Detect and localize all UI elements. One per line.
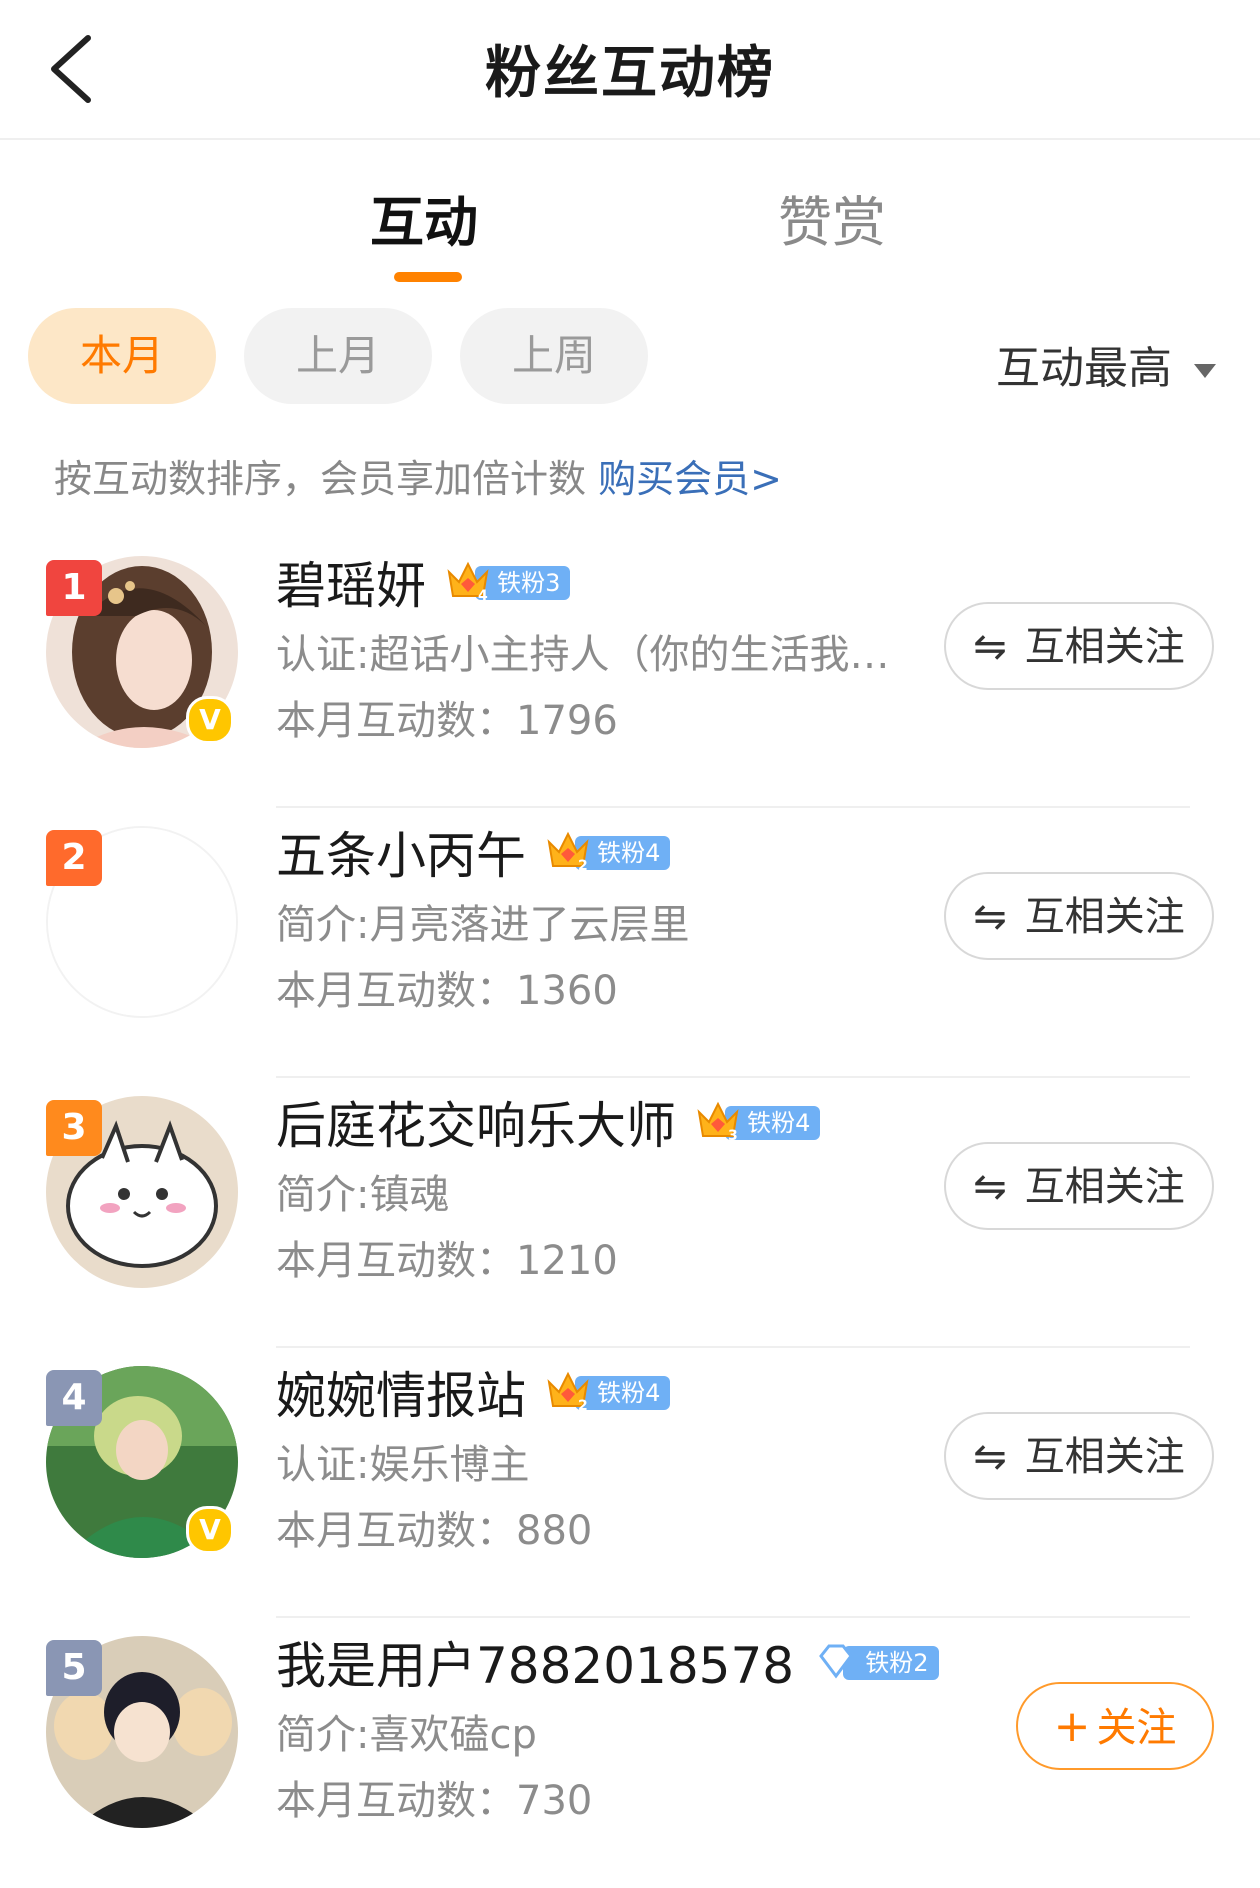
mutual-follow-button[interactable]: ⇋ 互相关注 [944,602,1214,690]
count-value: 880 [516,1508,593,1554]
iron-fan-badge: 铁粉2 [813,1642,939,1682]
crown-level: 4 [478,588,488,604]
list-item[interactable]: 5 我是用户7882018578 铁粉2 简介:喜欢磕cp 本月互动数：730 … [0,1620,1260,1888]
mutual-follow-icon: ⇋ [973,1164,1007,1210]
buy-membership-link[interactable]: 购买会员> [598,457,782,501]
list-item[interactable]: 3 后庭花交响乐大师 3 铁粉4 简介:镇魂 本月互动数：1210 ⇋ 互相关注 [0,1080,1260,1348]
user-name[interactable]: 五条小丙午 [276,827,526,885]
ranking-hint: 按互动数排序，会员享加倍计数 购买会员> [54,448,782,503]
page-title: 粉丝互动榜 [485,41,775,106]
name-line: 我是用户7882018578 铁粉2 [276,1626,939,1696]
mutual-follow-button[interactable]: ⇋ 互相关注 [944,1142,1214,1230]
crown-icon: 2 [547,1371,589,1414]
follow-button-label: 互相关注 [1024,894,1185,940]
verified-v-icon: V [186,1506,234,1554]
rank-badge: 5 [46,1640,102,1696]
sort-label: 互动最高 [996,343,1172,394]
interaction-count: 本月互动数：730 [276,1768,592,1826]
crown-icon: 4 [447,561,489,604]
divider [276,1616,1190,1618]
follow-button-label: 关注 [1096,1705,1177,1751]
user-name[interactable]: 碧瑶妍 [276,557,426,615]
active-tab-indicator [394,272,462,282]
follow-button-label: 互相关注 [1024,624,1185,670]
follow-button[interactable]: + 关注 [1016,1682,1214,1770]
list-item[interactable]: 4 V 婉婉情报站 2 铁粉4 认证:娱乐博主 本月互动数：880 ⇋ 互相关注 [0,1350,1260,1618]
iron-fan-badge: 4 铁粉3 [445,561,571,604]
caret-down-icon [1194,364,1216,378]
count-value: 1360 [516,968,618,1014]
user-name[interactable]: 我是用户7882018578 [276,1637,794,1695]
chip-last-week[interactable]: 上周 [460,308,648,404]
user-description: 认证:娱乐博主 [276,1442,530,1488]
crown-level: 3 [728,1128,738,1144]
count-value: 1210 [516,1238,618,1284]
verified-v-icon: V [186,696,234,744]
count-label: 本月互动数： [276,698,516,744]
divider [276,1076,1190,1078]
rank-badge: 1 [46,560,102,616]
iron-fan-badge: 3 铁粉4 [695,1101,821,1144]
hint-text: 按互动数排序，会员享加倍计数 [54,457,599,501]
name-line: 婉婉情报站 2 铁粉4 [276,1356,671,1426]
rank-badge: 3 [46,1100,102,1156]
tab-reward[interactable]: 赞赏 [778,178,886,257]
iron-fan-badge: 2 铁粉4 [545,1371,671,1414]
crown-icon: 2 [547,831,589,874]
count-label: 本月互动数： [276,1778,516,1824]
list-item[interactable]: 2 五条小丙午 2 铁粉4 简介:月亮落进了云层里 本月互动数：1360 ⇋ 互相… [0,810,1260,1078]
rank-badge: 2 [46,830,102,886]
divider [276,1346,1190,1348]
chip-this-month[interactable]: 本月 [28,308,216,404]
name-line: 碧瑶妍 4 铁粉3 [276,546,571,616]
count-value: 1796 [516,698,618,744]
mutual-follow-button[interactable]: ⇋ 互相关注 [944,872,1214,960]
name-line: 后庭花交响乐大师 3 铁粉4 [276,1086,821,1156]
user-description: 简介:喜欢磕cp [276,1712,537,1758]
user-description: 简介:月亮落进了云层里 [276,902,690,948]
interaction-count: 本月互动数：1210 [276,1228,618,1286]
iron-fan-badge: 2 铁粉4 [545,831,671,874]
count-label: 本月互动数： [276,1508,516,1554]
mutual-follow-icon: ⇋ [973,1434,1007,1480]
crown-level: 2 [578,1398,588,1414]
user-description: 简介:镇魂 [276,1172,450,1218]
count-value: 730 [516,1778,593,1824]
mutual-follow-icon: ⇋ [973,624,1007,670]
chip-last-month[interactable]: 上月 [244,308,432,404]
period-filter-bar: 本月 上月 上周 互动最高 [0,308,1260,408]
count-label: 本月互动数： [276,1238,516,1284]
mutual-follow-button[interactable]: ⇋ 互相关注 [944,1412,1214,1500]
list-item[interactable]: 1 V 碧瑶妍 4 铁粉3 认证:超话小主持人（你的生活我… 本月互动数：179… [0,540,1260,808]
crown-icon: 3 [697,1101,739,1144]
rank-badge: 4 [46,1370,102,1426]
sort-dropdown[interactable]: 互动最高 [996,332,1216,396]
interaction-count: 本月互动数：1360 [276,958,618,1016]
crown-level: 2 [578,858,588,874]
mutual-follow-icon: ⇋ [973,894,1007,940]
name-line: 五条小丙午 2 铁粉4 [276,816,671,886]
diamond-icon [819,1644,854,1679]
user-name[interactable]: 婉婉情报站 [276,1367,526,1425]
plus-icon: + [1053,1701,1091,1752]
tab-interaction[interactable]: 互动 [370,178,478,257]
user-name[interactable]: 后庭花交响乐大师 [276,1097,676,1155]
header-bar: 粉丝互动榜 [0,0,1260,140]
follow-button-label: 互相关注 [1024,1434,1185,1480]
count-label: 本月互动数： [276,968,516,1014]
user-description: 认证:超话小主持人（你的生活我… [276,632,890,678]
divider [276,806,1190,808]
follow-button-label: 互相关注 [1024,1164,1185,1210]
interaction-count: 本月互动数：880 [276,1498,592,1556]
interaction-count: 本月互动数：1796 [276,688,618,746]
tab-bar: 互动 赞赏 [0,160,1260,290]
